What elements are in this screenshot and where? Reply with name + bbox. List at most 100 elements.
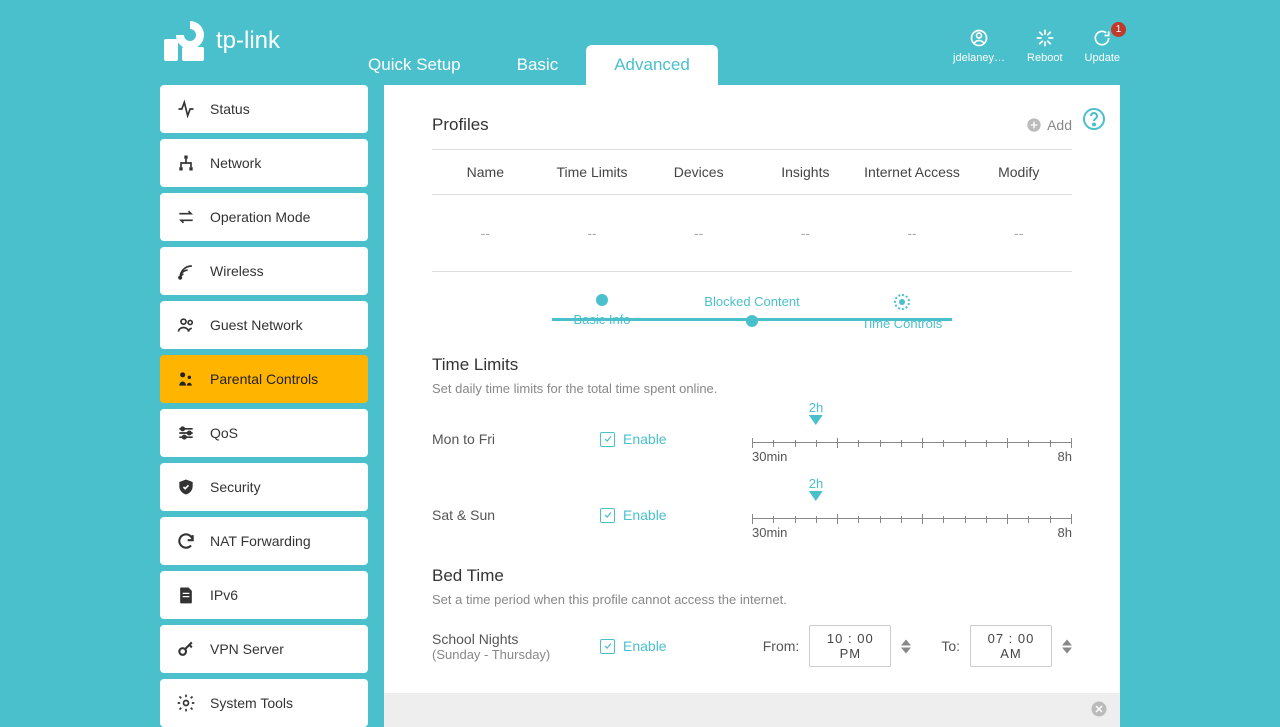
reboot-label: Reboot [1027,52,1062,64]
sidebar-item-guest-network[interactable]: Guest Network [160,301,368,349]
to-time-input[interactable]: 07 : 00 AM [970,625,1052,667]
tplink-logo-icon [160,17,208,65]
swap-icon [176,207,196,227]
sat-sun-checkbox[interactable] [600,508,615,523]
slider-handle[interactable]: 2h [809,400,823,428]
enable-label[interactable]: Enable [623,507,667,523]
to-spinner[interactable] [1062,639,1072,654]
mon-fri-label: Mon to Fri [432,431,600,447]
from-label: From: [763,638,800,654]
caret-down-icon [1062,647,1072,654]
add-profile-button[interactable]: Add [1026,117,1072,133]
sidebar-item-operation-mode[interactable]: Operation Mode [160,193,368,241]
table-row: -- -- -- -- -- -- [432,195,1072,272]
sidebar-item-label: Security [210,479,261,495]
help-button[interactable] [1082,107,1106,131]
time-limits-title: Time Limits [432,355,1072,375]
time-limits-desc: Set daily time limits for the total time… [432,381,1072,396]
col-insights: Insights [752,164,859,180]
school-nights-label: School Nights [432,631,600,647]
col-time-limits: Time Limits [539,164,646,180]
sidebar-item-qos[interactable]: QoS [160,409,368,457]
sidebar-item-label: IPv6 [210,587,238,603]
sidebar-item-network[interactable]: Network [160,139,368,187]
caret-up-icon [1062,639,1072,646]
document-icon [176,585,196,605]
sidebar-item-wireless[interactable]: Wireless [160,247,368,295]
main-panel: Profiles Add Name Time Limits Devices In… [384,85,1120,727]
sat-sun-label: Sat & Sun [432,507,600,523]
caret-down-icon [809,491,823,501]
mon-fri-checkbox[interactable] [600,432,615,447]
update-button[interactable]: Update 1 [1085,28,1120,64]
sidebar-item-status[interactable]: Status [160,85,368,133]
gear-icon [176,693,196,713]
sidebar-item-vpn-server[interactable]: VPN Server [160,625,368,673]
brand-name: tp-link [216,27,280,55]
sidebar-item-parental-controls[interactable]: Parental Controls [160,355,368,403]
check-icon [603,434,613,444]
sidebar-item-security[interactable]: Security [160,463,368,511]
key-icon [176,639,196,659]
enable-label[interactable]: Enable [623,431,667,447]
user-label: jdelaney… [953,52,1005,64]
sidebar-item-label: QoS [210,425,238,441]
sidebar-item-label: Wireless [210,263,264,279]
slider-min: 30min [752,449,787,464]
sidebar-item-label: Parental Controls [210,371,318,387]
bed-time-title: Bed Time [432,566,1072,586]
refresh-icon [176,531,196,551]
update-icon [1092,28,1112,48]
school-nights-sub: (Sunday - Thursday) [432,647,600,662]
to-label: To: [941,638,960,654]
caret-down-icon [809,415,823,425]
tab-basic[interactable]: Basic [489,45,587,85]
reboot-button[interactable]: Reboot [1027,28,1062,64]
school-nights-checkbox[interactable] [600,639,615,654]
sidebar-item-label: Guest Network [210,317,303,333]
brand-logo: tp-link [160,17,280,65]
close-button[interactable] [1090,700,1108,721]
user-menu[interactable]: jdelaney… [953,28,1005,64]
tab-advanced[interactable]: Advanced [586,45,718,85]
sidebar-item-nat-forwarding[interactable]: NAT Forwarding [160,517,368,565]
reboot-icon [1035,28,1055,48]
network-icon [176,153,196,173]
from-spinner[interactable] [901,639,911,654]
sidebar-item-label: NAT Forwarding [210,533,311,549]
add-label: Add [1047,117,1072,133]
slider-handle[interactable]: 2h [809,476,823,504]
sidebar-item-label: Status [210,101,250,117]
activity-icon [176,99,196,119]
sat-sun-slider[interactable]: 2h 30min [752,490,1072,540]
col-devices: Devices [645,164,752,180]
family-icon [176,369,196,389]
enable-label[interactable]: Enable [623,638,667,654]
profiles-title: Profiles [432,115,489,135]
mon-fri-slider[interactable]: 2h 30min [752,414,1072,464]
footer-bar [384,693,1120,727]
user-icon [969,28,989,48]
sidebar-item-label: System Tools [210,695,293,711]
caret-down-icon [901,647,911,654]
tab-quick-setup[interactable]: Quick Setup [340,45,489,85]
sidebar-item-ipv6[interactable]: IPv6 [160,571,368,619]
wifi-icon [176,261,196,281]
check-icon [603,510,613,520]
col-modify: Modify [965,164,1072,180]
col-name: Name [432,164,539,180]
from-time-input[interactable]: 10 : 00 PM [809,625,891,667]
step-time-controls[interactable]: Time Controls [842,294,962,331]
update-label: Update [1085,52,1120,64]
caret-up-icon [901,639,911,646]
wizard-stepper: Basic Info Blocked Content Time Controls [542,294,962,331]
slider-max: 8h [1058,449,1072,464]
sidebar-item-label: Network [210,155,261,171]
slider-max: 8h [1058,525,1072,540]
profiles-table: Name Time Limits Devices Insights Intern… [432,149,1072,272]
step-basic-info[interactable]: Basic Info [542,294,662,331]
users-icon [176,315,196,335]
bed-time-desc: Set a time period when this profile cann… [432,592,1072,607]
step-blocked-content[interactable]: Blocked Content [692,294,812,331]
col-internet-access: Internet Access [859,164,966,180]
